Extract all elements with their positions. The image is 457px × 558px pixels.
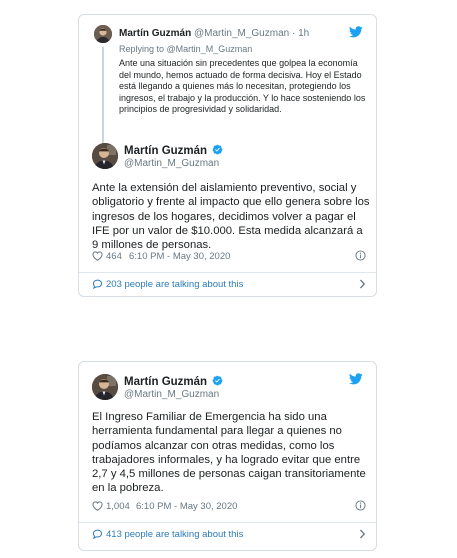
verified-badge-icon [212, 375, 223, 386]
info-icon[interactable] [355, 250, 366, 261]
author-name-text[interactable]: Martín Guzmán [124, 145, 207, 157]
chevron-right-icon[interactable] [359, 529, 366, 539]
conversation-link[interactable]: 203 people are talking about this [92, 278, 368, 292]
thread-line [102, 47, 104, 155]
context-author-handle[interactable]: @Martin_M_Guzman [194, 28, 289, 39]
avatar[interactable] [92, 143, 118, 169]
avatar[interactable] [92, 374, 118, 400]
tweet-timestamp[interactable]: 6:10 PM - May 30, 2020 [129, 251, 230, 262]
context-header: Martín Guzmán @Martin_M_Guzman · 1h [119, 28, 309, 39]
conversation-link[interactable]: 413 people are talking about this [92, 528, 368, 542]
author-name-text[interactable]: Martín Guzmán [124, 376, 207, 388]
heart-icon[interactable] [92, 501, 103, 511]
tweet-timestamp[interactable]: 6:10 PM - May 30, 2020 [136, 501, 237, 512]
context-age[interactable]: 1h [298, 28, 309, 39]
comment-bubble-icon [92, 529, 103, 539]
context-tweet-text: Ante una situación sin precedentes que g… [119, 58, 366, 115]
tweet-card-1[interactable]: Martín Guzmán @Martin_M_Guzman · 1h Repl… [78, 14, 377, 297]
divider [79, 522, 376, 523]
divider [79, 272, 376, 273]
comment-bubble-icon [92, 279, 103, 289]
author-name[interactable]: Martín Guzmán [124, 144, 223, 157]
tweet-meta: 464 6:10 PM - May 30, 2020 [92, 250, 368, 264]
context-avatar[interactable] [94, 25, 112, 43]
replying-to-prefix: Replying to [119, 44, 165, 54]
author-handle[interactable]: @Martin_M_Guzman [124, 158, 219, 169]
info-icon[interactable] [355, 500, 366, 511]
replying-to: Replying to @Martin_M_Guzman [119, 44, 252, 54]
replying-to-handle[interactable]: @Martin_M_Guzman [167, 44, 253, 54]
like-count[interactable]: 464 [106, 251, 122, 262]
chevron-right-icon[interactable] [359, 279, 366, 289]
author-name[interactable]: Martín Guzmán [124, 375, 223, 388]
talking-count[interactable]: 413 people are talking about this [106, 529, 243, 540]
twitter-bird-icon[interactable] [349, 26, 363, 38]
author-handle[interactable]: @Martin_M_Guzman [124, 389, 219, 400]
tweet-card-2[interactable]: Martín Guzmán @Martin_M_Guzman El Ingres… [78, 361, 377, 551]
tweet-text: El Ingreso Familiar de Emergencia ha sid… [92, 411, 366, 495]
like-count[interactable]: 1,004 [106, 501, 130, 512]
tweet-text: Ante la extensión del aislamiento preven… [92, 182, 370, 252]
context-separator: · [291, 28, 296, 39]
verified-badge-icon [212, 144, 223, 155]
twitter-bird-icon[interactable] [349, 373, 363, 385]
context-author-name[interactable]: Martín Guzmán [119, 28, 191, 39]
heart-icon[interactable] [92, 251, 103, 261]
talking-count[interactable]: 203 people are talking about this [106, 279, 243, 290]
tweet-meta: 1,004 6:10 PM - May 30, 2020 [92, 500, 368, 514]
